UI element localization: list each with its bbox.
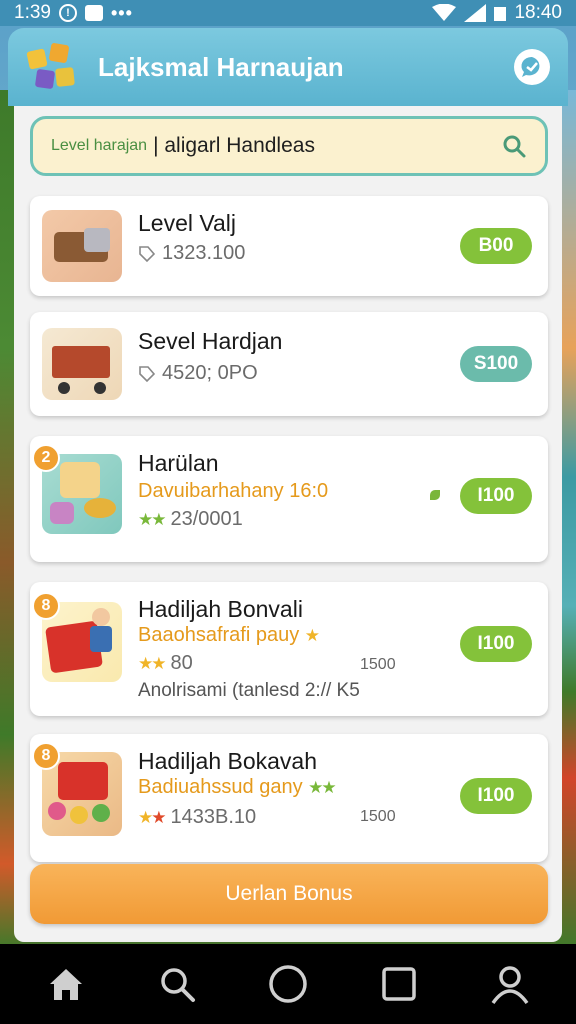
signal-icon — [464, 4, 487, 22]
rank-badge: 2 — [32, 444, 60, 472]
rank-badge: 8 — [32, 592, 60, 620]
bonus-button[interactable]: Uerlan Bonus — [30, 864, 548, 924]
buy-button[interactable]: I100 — [460, 778, 532, 814]
item-subtitle: 1323.100 — [138, 242, 245, 265]
list-item[interactable]: 2 Harülan Davuibarhahany 16:0 ★★ 23/0001… — [30, 436, 548, 562]
cart-icon — [42, 328, 122, 400]
item-title: Level Valj — [138, 210, 237, 236]
star-icon: ★ — [304, 626, 320, 645]
status-clock: 18:40 — [514, 2, 562, 23]
navigation-bar — [0, 944, 576, 1024]
search-icon[interactable] — [501, 133, 527, 159]
square-recents-icon — [382, 967, 416, 1001]
tag-icon — [139, 365, 156, 382]
wifi-icon — [432, 4, 457, 21]
main-panel: Level harajan Level Valj 1323.100 B00 Se… — [14, 106, 562, 942]
item-amount: 1500 — [360, 808, 396, 825]
list-item[interactable]: Sevel Hardjan 4520; 0PO S100 — [30, 312, 548, 416]
item-title: Sevel Hardjan — [138, 328, 283, 354]
item-promo: Baaohsafrafi pauy ★ — [138, 624, 320, 646]
battery-icon — [494, 7, 507, 21]
search-icon — [161, 968, 195, 1002]
rank-badge: 8 — [32, 742, 60, 770]
more-notifications-icon: ••• — [110, 2, 133, 23]
recents-button[interactable] — [375, 960, 423, 1008]
star-icon: ★★ — [308, 778, 337, 797]
leaf-icon — [430, 490, 440, 500]
notification-icon: ! — [58, 4, 77, 22]
app-notification-icon — [84, 5, 103, 21]
tag-icon — [139, 245, 156, 262]
list-item[interactable]: 8 Hadiljah Bokavah Badiuahssud gany ★★ ★… — [30, 734, 548, 862]
list-item[interactable]: Level Valj 1323.100 B00 — [30, 196, 548, 296]
home-icon — [49, 969, 82, 1000]
star-icon: ★★ — [138, 653, 167, 673]
item-title: Hadiljah Bonvali — [138, 596, 303, 622]
home-button[interactable] — [42, 960, 90, 1008]
item-rating: ★★ 80 — [138, 652, 193, 674]
star-icon: ★★ — [138, 807, 167, 827]
status-time: 1:39 — [14, 2, 51, 23]
circle-home-icon — [269, 965, 307, 1003]
item-note: Anolrisami (tanlesd 2:// K5 — [138, 680, 360, 701]
app-header: Lajksmal Harnaujan — [8, 28, 568, 106]
buy-button[interactable]: I100 — [460, 626, 532, 662]
buy-button[interactable]: B00 — [460, 228, 532, 264]
search-bar[interactable]: Level harajan — [30, 116, 548, 176]
app-logo-icon — [26, 42, 76, 92]
chat-button[interactable] — [514, 49, 550, 85]
list-item[interactable]: 8 Hadiljah Bonvali Baaohsafrafi pauy ★ ★… — [30, 582, 548, 716]
status-bar: 1:39 ! ••• 18:40 — [0, 0, 576, 26]
item-subtitle: 4520; 0PO — [138, 362, 258, 385]
chat-icon — [521, 56, 540, 77]
search-input[interactable] — [153, 134, 501, 158]
item-rating: ★★ 1433B.10 — [138, 806, 257, 828]
circle-home-button[interactable] — [264, 960, 312, 1008]
search-highlight-text: Level harajan — [51, 137, 148, 154]
profile-icon — [491, 966, 529, 1005]
item-rating: ★★ 23/0001 — [138, 508, 243, 530]
search-nav-button[interactable] — [153, 960, 201, 1008]
wallet-icon — [42, 210, 122, 282]
buy-button[interactable]: I100 — [460, 478, 532, 514]
item-amount: 1500 — [360, 656, 396, 673]
profile-button[interactable] — [486, 960, 534, 1008]
item-title: Hadiljah Bokavah — [138, 748, 318, 774]
app-title: Lajksmal Harnaujan — [98, 51, 344, 82]
buy-button[interactable]: S100 — [460, 346, 532, 382]
item-promo: Davuibarhahany 16:0 — [138, 480, 329, 502]
item-promo: Badiuahssud gany ★★ — [138, 776, 337, 798]
star-icon: ★★ — [138, 509, 167, 529]
item-title: Harülan — [138, 450, 219, 476]
